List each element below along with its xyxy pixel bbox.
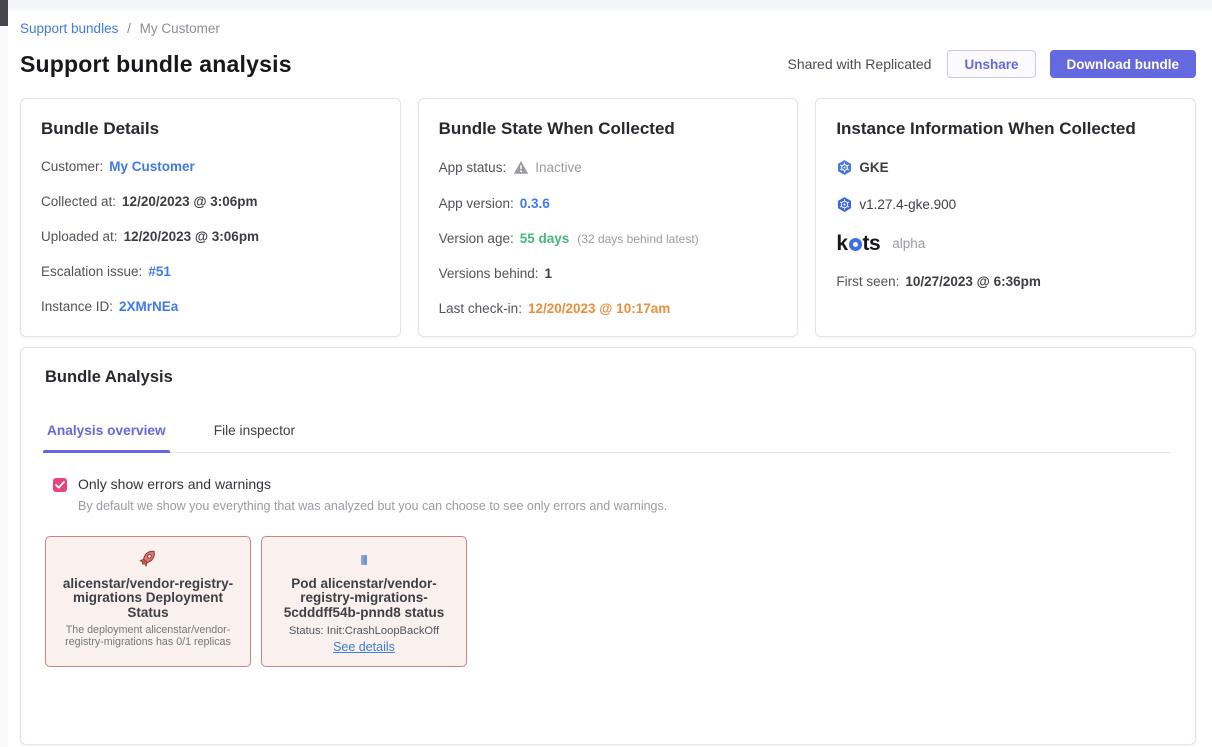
filter-description: By default we show you everything that w… [78, 499, 667, 513]
breadcrumb-link-support-bundles[interactable]: Support bundles [20, 21, 118, 36]
bundle-details-title: Bundle Details [41, 119, 380, 139]
filter-label[interactable]: Only show errors and warnings [78, 476, 667, 492]
rocket-icon [137, 547, 159, 574]
instance-id-link[interactable]: 2XMrNEa [119, 299, 178, 314]
issue-card-pod-status[interactable]: Pod alicenstar/vendor-registry-migration… [261, 536, 467, 667]
analysis-tabs: Analysis overview File inspector [45, 423, 1171, 453]
issue-message: The deployment alicenstar/vendor-registr… [56, 625, 240, 649]
bundle-analysis-title: Bundle Analysis [45, 368, 1171, 387]
app-version-link[interactable]: 0.3.6 [520, 196, 550, 211]
header-actions: Shared with Replicated Unshare Download … [787, 50, 1196, 78]
top-edge-strip [0, 0, 1212, 10]
info-cards-row: Bundle Details Customer: My Customer Col… [20, 98, 1196, 337]
versions-behind-value: 1 [544, 266, 552, 281]
kots-logo-o-icon [849, 238, 862, 251]
broken-image-icon [361, 555, 367, 565]
first-seen-row: First seen: 10/27/2023 @ 6:36pm [836, 274, 1175, 289]
distribution-value: GKE [859, 160, 888, 175]
uploaded-at-value: 12/20/2023 @ 3:06pm [124, 229, 260, 244]
last-checkin-row: Last check-in: 12/20/2023 @ 10:17am [439, 301, 778, 316]
warning-triangle-icon [512, 159, 529, 176]
errors-warnings-filter: Only show errors and warnings By default… [53, 476, 1171, 513]
issue-card-deployment-status[interactable]: alicenstar/vendor-registry-migrations De… [45, 536, 251, 667]
app-status-value: Inactive [535, 160, 582, 175]
installer-channel: alpha [892, 236, 925, 251]
collected-at-row: Collected at: 12/20/2023 @ 3:06pm [41, 194, 380, 209]
bundle-state-card: Bundle State When Collected App status: … [418, 98, 799, 337]
versions-behind-row: Versions behind: 1 [439, 266, 778, 281]
issue-cards-row: alicenstar/vendor-registry-migrations De… [45, 536, 1171, 667]
page-header: Support bundle analysis Shared with Repl… [20, 50, 1196, 78]
issue-status: Status: Init:CrashLoopBackOff [272, 625, 456, 637]
download-bundle-button[interactable]: Download bundle [1050, 50, 1197, 78]
kots-logo: kts [836, 233, 880, 254]
bundle-state-title: Bundle State When Collected [439, 119, 778, 139]
only-errors-checkbox[interactable] [53, 478, 67, 492]
issue-title: alicenstar/vendor-registry-migrations De… [56, 577, 240, 620]
bundle-analysis-card: Bundle Analysis Analysis overview File i… [20, 347, 1196, 745]
escalation-issue-link[interactable]: #51 [148, 264, 171, 279]
instance-id-row: Instance ID: 2XMrNEa [41, 299, 380, 314]
installer-row: kts alpha [836, 233, 1175, 254]
tab-file-inspector[interactable]: File inspector [212, 423, 297, 452]
left-edge-strip [0, 0, 8, 747]
version-age-note: (32 days behind latest) [577, 232, 698, 246]
issue-title: Pod alicenstar/vendor-registry-migration… [272, 577, 456, 620]
breadcrumb: Support bundles / My Customer [20, 21, 220, 36]
last-checkin-value: 12/20/2023 @ 10:17am [528, 301, 670, 316]
support-bundle-analysis-page: Support bundles / My Customer Support bu… [0, 0, 1212, 747]
collected-at-value: 12/20/2023 @ 3:06pm [122, 194, 258, 209]
kubernetes-icon [836, 196, 853, 213]
tab-analysis-overview[interactable]: Analysis overview [45, 423, 168, 452]
corner-fragment [0, 0, 8, 26]
version-age-value: 55 days [520, 231, 570, 246]
distribution-row: GKE [836, 159, 1175, 176]
gke-hexagon-icon [836, 159, 853, 176]
bundle-details-card: Bundle Details Customer: My Customer Col… [20, 98, 401, 337]
customer-link[interactable]: My Customer [109, 159, 195, 174]
customer-row: Customer: My Customer [41, 159, 380, 174]
instance-info-title: Instance Information When Collected [836, 119, 1175, 139]
k8s-version-value: v1.27.4-gke.900 [859, 197, 956, 212]
k8s-version-row: v1.27.4-gke.900 [836, 196, 1175, 213]
uploaded-at-row: Uploaded at: 12/20/2023 @ 3:06pm [41, 229, 380, 244]
shared-status-text: Shared with Replicated [787, 56, 931, 72]
see-details-link[interactable]: See details [333, 640, 395, 654]
first-seen-value: 10/27/2023 @ 6:36pm [905, 274, 1041, 289]
version-age-row: Version age: 55 days (32 days behind lat… [439, 231, 778, 246]
escalation-issue-row: Escalation issue: #51 [41, 264, 380, 279]
app-version-row: App version: 0.3.6 [439, 196, 778, 211]
page-title: Support bundle analysis [20, 51, 292, 78]
breadcrumb-separator: / [127, 21, 131, 36]
app-status-row: App status: Inactive [439, 159, 778, 176]
unshare-button[interactable]: Unshare [947, 50, 1035, 78]
instance-info-card: Instance Information When Collected GKE … [815, 98, 1196, 337]
breadcrumb-current: My Customer [140, 21, 220, 36]
